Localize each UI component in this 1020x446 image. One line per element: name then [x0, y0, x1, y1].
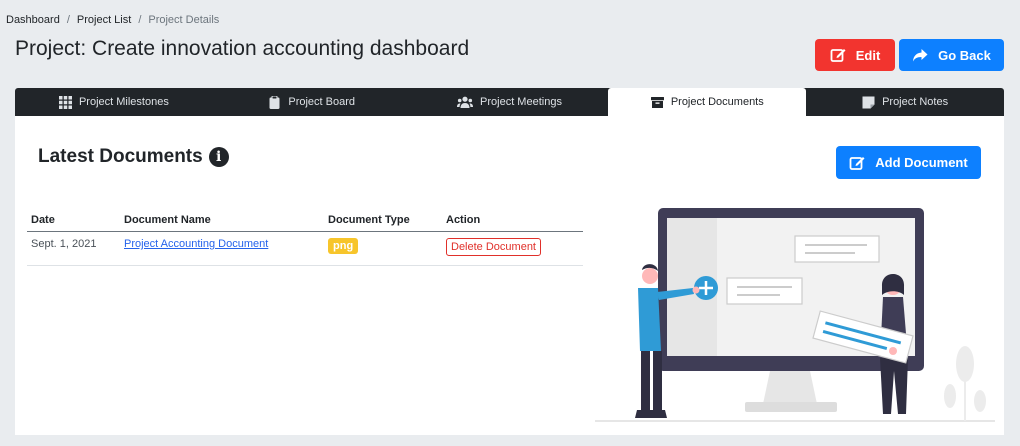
documents-panel: Latest Documents i Add Document Date Doc… [15, 116, 1004, 435]
breadcrumb-current: Project Details [148, 14, 220, 26]
tab-project-meetings[interactable]: Project Meetings [411, 88, 609, 116]
edit-icon [830, 49, 846, 62]
breadcrumb-separator: / [66, 14, 70, 26]
documents-table: Date Document Name Document Type Action … [27, 209, 583, 266]
document-name-link[interactable]: Project Accounting Document [124, 238, 268, 250]
grid-icon [58, 95, 72, 109]
section-title: Latest Documents i [38, 146, 229, 168]
table-row: Sept. 1, 2021 Project Accounting Documen… [27, 231, 583, 266]
edit-button[interactable]: Edit [815, 39, 895, 71]
go-back-button-label: Go Back [938, 47, 991, 63]
tab-label: Project Notes [882, 96, 949, 108]
project-tabs: Project Milestones Project Board Project… [15, 88, 1004, 116]
tab-label: Project Board [288, 96, 356, 108]
tab-project-milestones[interactable]: Project Milestones [15, 88, 213, 116]
users-icon [457, 96, 474, 108]
tab-project-notes[interactable]: Project Notes [806, 88, 1004, 116]
share-arrow-icon [913, 49, 928, 62]
edit-button-label: Edit [855, 47, 881, 63]
tab-label: Project Milestones [78, 96, 169, 108]
clipboard-icon [269, 95, 280, 109]
edit-icon [849, 156, 865, 170]
column-header-date: Date [27, 209, 120, 232]
add-document-button[interactable]: Add Document [836, 146, 981, 179]
table-header-row: Date Document Name Document Type Action [27, 209, 583, 232]
breadcrumb-separator: / [138, 14, 142, 26]
breadcrumb: Dashboard / Project List / Project Detai… [6, 14, 219, 26]
document-type-badge: png [328, 238, 359, 254]
column-header-action: Action [442, 209, 583, 232]
tab-project-documents[interactable]: Project Documents [608, 88, 807, 116]
add-document-button-label: Add Document [875, 155, 968, 170]
tab-project-board[interactable]: Project Board [213, 88, 411, 116]
page-title: Project: Create innovation accounting da… [15, 37, 470, 60]
column-header-document-name: Document Name [120, 209, 324, 232]
delete-document-button[interactable]: Delete Document [446, 238, 541, 256]
tab-label: Project Documents [670, 96, 764, 108]
archive-icon [650, 96, 664, 108]
documents-illustration [595, 208, 995, 422]
breadcrumb-dashboard[interactable]: Dashboard [6, 14, 60, 26]
document-date: Sept. 1, 2021 [27, 231, 120, 266]
sticky-note-icon [862, 96, 875, 108]
tab-label: Project Meetings [480, 96, 562, 108]
column-header-document-type: Document Type [324, 209, 442, 232]
breadcrumb-project-list[interactable]: Project List [77, 14, 131, 26]
info-icon[interactable]: i [208, 147, 229, 167]
go-back-button[interactable]: Go Back [899, 39, 1004, 71]
section-title-text: Latest Documents [38, 146, 203, 167]
